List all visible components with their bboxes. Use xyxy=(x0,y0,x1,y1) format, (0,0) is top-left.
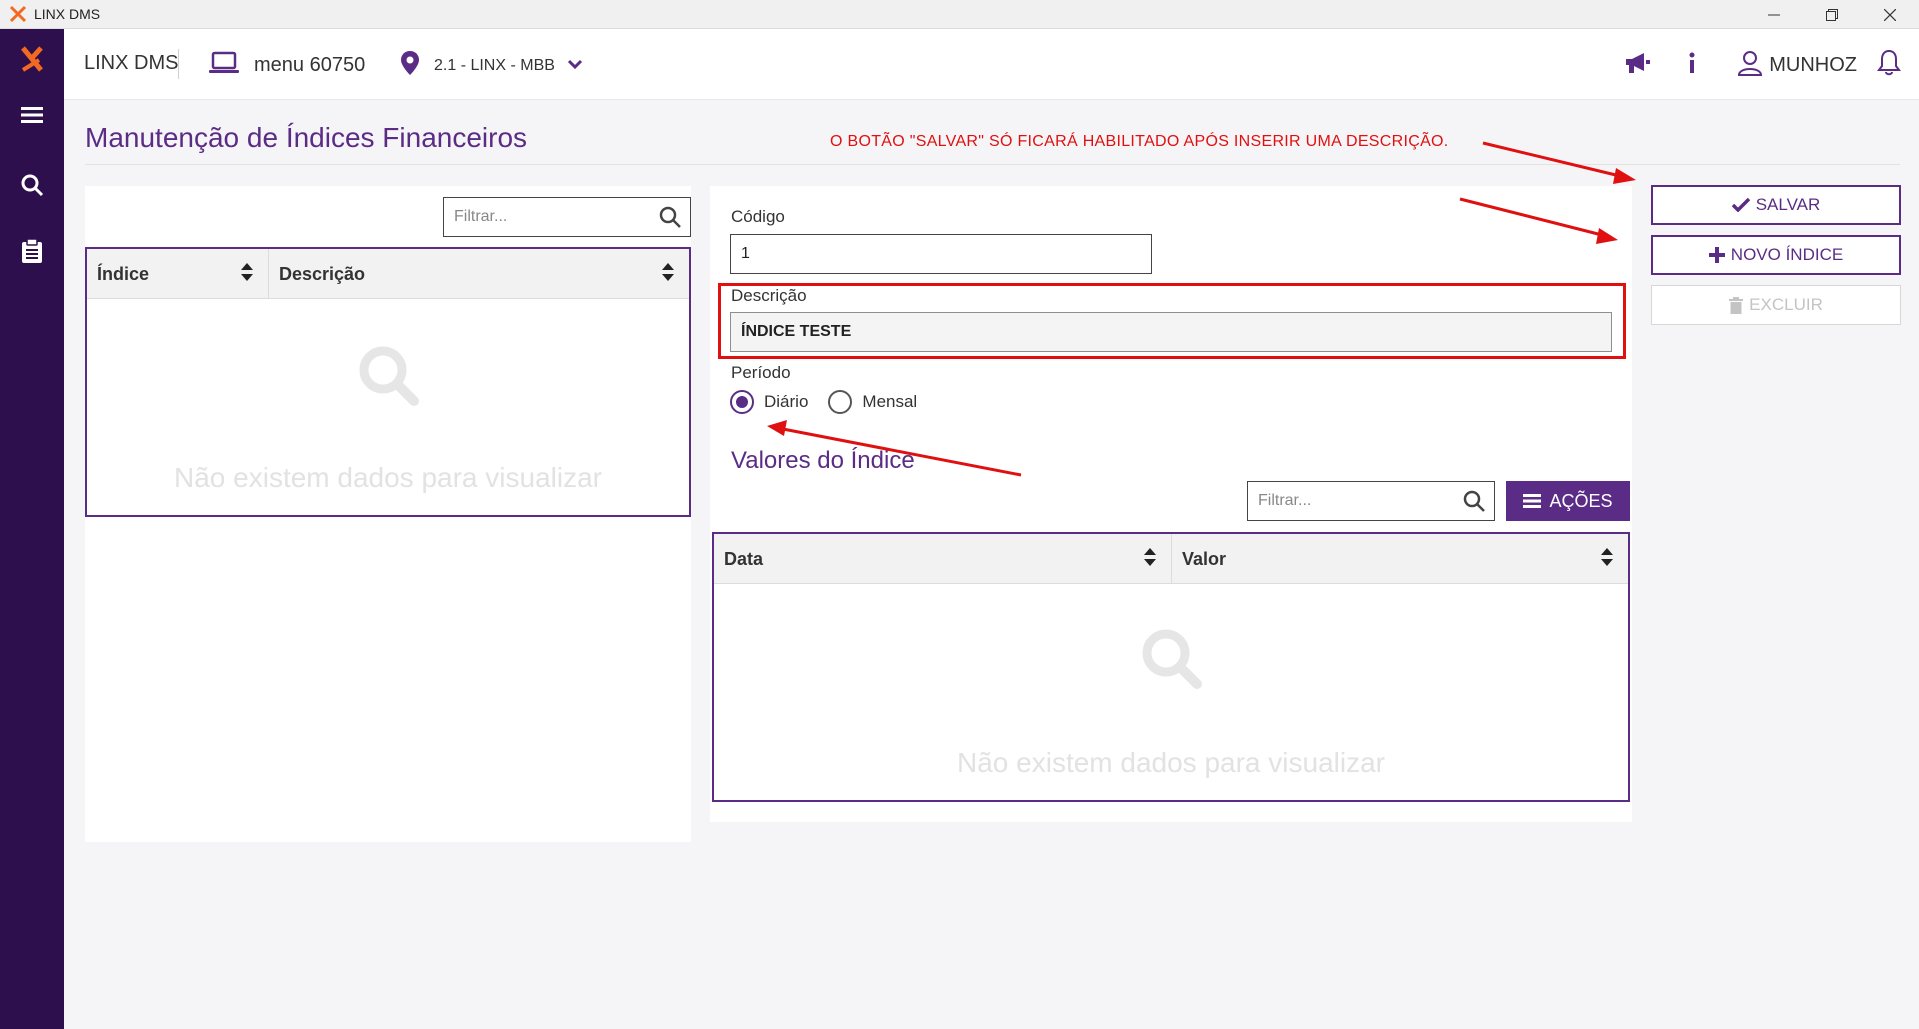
empty-message: Não existem dados para visualizar xyxy=(174,462,602,493)
radio-mensal[interactable] xyxy=(828,390,853,414)
clipboard-icon[interactable] xyxy=(0,227,64,275)
empty-search-icon xyxy=(356,343,420,412)
periodo-options: Diário Mensal xyxy=(730,390,937,414)
menu-icon[interactable] xyxy=(0,91,64,139)
page-title: Manutenção de Índices Financeiros xyxy=(85,122,528,153)
indices-filter-input[interactable]: Filtrar... xyxy=(443,197,691,237)
user-icon[interactable] xyxy=(1737,50,1763,81)
restore-icon[interactable] xyxy=(1803,0,1861,29)
title-divider xyxy=(85,164,1900,165)
linx-logo-icon[interactable] xyxy=(0,35,64,83)
trash-icon xyxy=(1729,296,1744,314)
indices-panel: Filtrar... Índice Descrição Não existem … xyxy=(85,186,691,842)
search-icon xyxy=(1454,490,1494,512)
codigo-input[interactable]: 1 xyxy=(730,234,1152,274)
header-divider xyxy=(178,49,179,79)
filter-placeholder: Filtrar... xyxy=(1258,492,1312,509)
plus-icon xyxy=(1708,247,1725,263)
radio-diario-label[interactable]: Diário xyxy=(764,392,808,412)
linx-logo-icon xyxy=(8,4,28,24)
megaphone-icon[interactable] xyxy=(1623,50,1651,81)
empty-search-icon xyxy=(1139,626,1203,695)
delete-button[interactable]: EXCLUIR xyxy=(1651,285,1901,325)
location-label: 2.1 - LINX - MBB xyxy=(434,56,555,74)
close-icon[interactable] xyxy=(1861,0,1919,29)
location-selector[interactable]: 2.1 - LINX - MBB xyxy=(400,50,583,81)
column-data[interactable]: Data xyxy=(714,534,1172,584)
grid-header: Índice Descrição xyxy=(87,249,689,299)
menu-indicator[interactable]: menu 60750 xyxy=(208,51,365,80)
search-icon[interactable] xyxy=(0,161,64,209)
sort-icon xyxy=(240,262,254,287)
column-valor[interactable]: Valor xyxy=(1172,534,1628,584)
brand-name: LINX DMS xyxy=(84,52,179,74)
laptop-icon xyxy=(208,51,240,80)
acoes-button[interactable]: AÇÕES xyxy=(1506,481,1630,521)
location-pin-icon xyxy=(400,50,420,81)
periodo-label: Período xyxy=(731,363,791,382)
annotation-note: O BOTÃO "SALVAR" SÓ FICARÁ HABILITADO AP… xyxy=(830,133,1449,150)
chevron-down-icon xyxy=(567,57,583,75)
radio-mensal-label[interactable]: Mensal xyxy=(862,392,917,412)
empty-message: Não existem dados para visualizar xyxy=(957,747,1385,778)
list-icon xyxy=(1523,494,1542,508)
sort-icon xyxy=(1600,547,1614,572)
minimize-icon[interactable] xyxy=(1745,0,1803,29)
user-name[interactable]: MUNHOZ xyxy=(1769,54,1857,77)
info-icon[interactable] xyxy=(1687,52,1697,79)
sidebar xyxy=(0,29,64,1029)
valores-grid: Data Valor Não existem dados para visual… xyxy=(712,532,1630,802)
filter-placeholder: Filtrar... xyxy=(454,208,508,225)
codigo-label: Código xyxy=(731,207,785,226)
radio-diario[interactable] xyxy=(730,390,754,414)
highlight-box xyxy=(718,283,1626,359)
sort-icon xyxy=(661,262,675,287)
column-indice[interactable]: Índice xyxy=(87,249,269,299)
bell-icon[interactable] xyxy=(1877,49,1901,82)
sort-icon xyxy=(1143,547,1157,572)
column-descricao[interactable]: Descrição xyxy=(269,249,689,299)
valores-section-title: Valores do Índice xyxy=(731,447,915,474)
top-header: LINX DMS menu 60750 2.1 - LINX - MBB MUN… xyxy=(64,29,1919,100)
window-titlebar: LINX DMS xyxy=(0,0,1919,29)
valores-filter-input[interactable]: Filtrar... xyxy=(1247,481,1495,521)
grid-header: Data Valor xyxy=(714,534,1628,584)
check-icon xyxy=(1731,198,1750,212)
indices-grid: Índice Descrição Não existem dados para … xyxy=(85,247,691,517)
new-index-button[interactable]: NOVO ÍNDICE xyxy=(1651,235,1901,275)
window-title: LINX DMS xyxy=(34,6,101,22)
menu-label: menu 60750 xyxy=(254,54,366,76)
search-icon xyxy=(650,206,690,228)
save-button[interactable]: SALVAR xyxy=(1651,185,1901,225)
